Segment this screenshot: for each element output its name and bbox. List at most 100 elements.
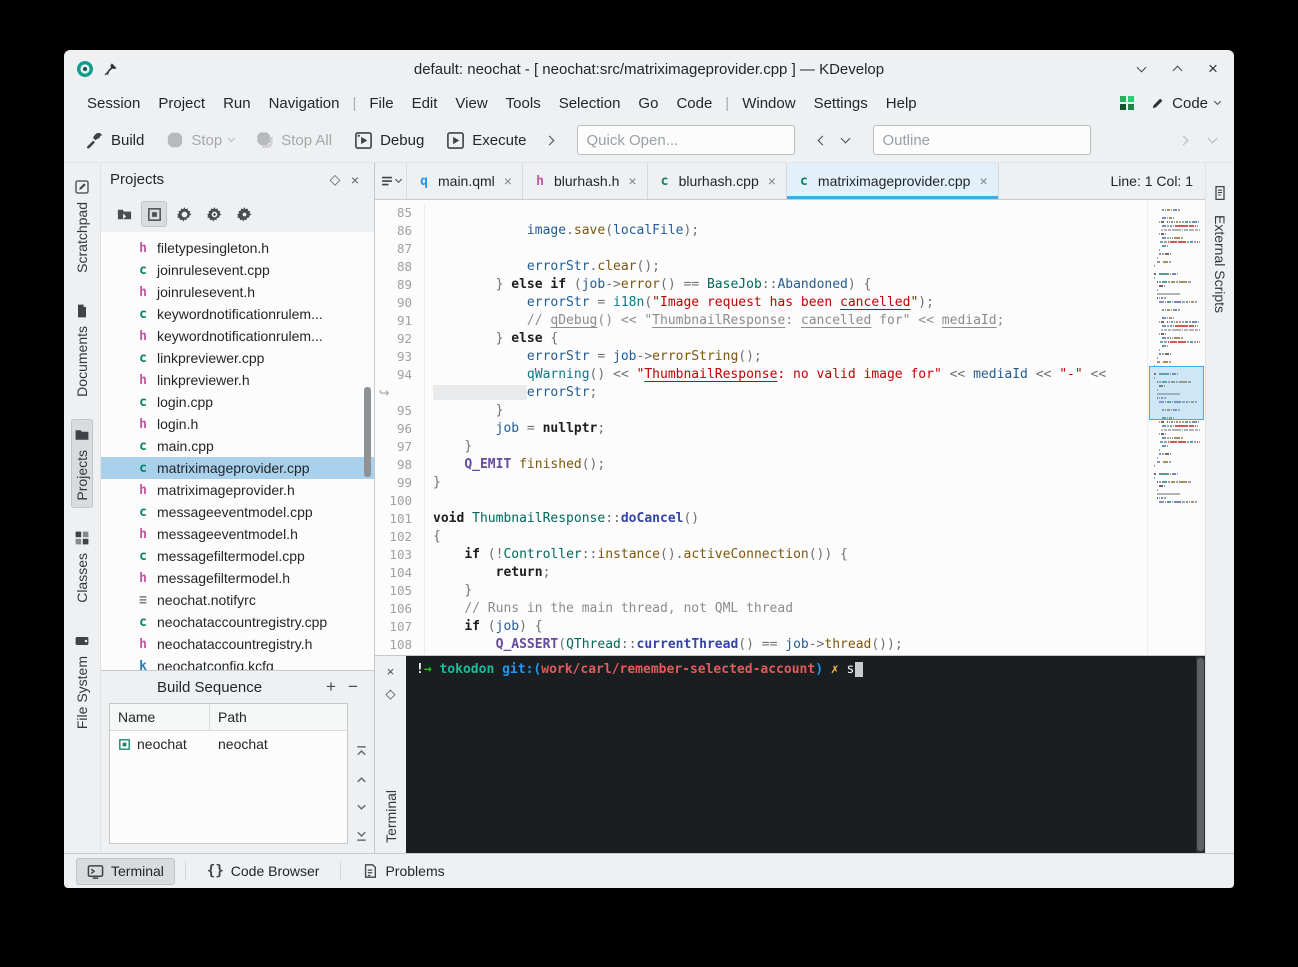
detach-panel-icon[interactable]: ◇ <box>325 170 345 190</box>
code-line: 92 } else { <box>375 330 1147 348</box>
file-tree-item[interactable]: hkeywordnotificationrulem... <box>101 325 374 347</box>
move-to-top-icon[interactable] <box>353 743 370 760</box>
toolview-button-terminal[interactable]: Terminal <box>76 858 175 885</box>
code-editor[interactable]: 8586 image.save(localFile);8788 errorStr… <box>375 200 1205 655</box>
editor-tab-blurhash-cpp[interactable]: cblurhash.cpp× <box>648 163 787 199</box>
maximize-icon[interactable] <box>1168 60 1186 78</box>
next-item-icon[interactable] <box>1174 131 1193 150</box>
move-down-icon[interactable] <box>353 799 370 816</box>
close-panel-icon[interactable]: × <box>345 170 365 190</box>
file-tree-item[interactable]: cmatriximageprovider.cpp <box>101 457 374 479</box>
dock-tab-classes[interactable]: Classes <box>71 522 93 611</box>
file-tree-item[interactable]: hlinkpreviewer.h <box>101 369 374 391</box>
add-to-build-sequence-button[interactable]: + <box>320 676 342 698</box>
file-tree-item[interactable]: ≡neochat.notifyrc <box>101 589 374 611</box>
file-tree-item[interactable]: kneochatconfig.kcfg <box>101 655 374 670</box>
toolview-button-problems[interactable]: Problems <box>351 858 455 884</box>
editor-tab-main-qml[interactable]: qmain.qml× <box>407 163 523 199</box>
show-targets-button[interactable] <box>141 201 167 227</box>
file-tree-item[interactable]: hmatriximageprovider.h <box>101 479 374 501</box>
workspace-grid-icon[interactable] <box>1119 95 1135 111</box>
remove-from-build-sequence-button[interactable]: − <box>342 676 364 698</box>
build-sequence-row[interactable]: neochatneochat <box>110 731 347 757</box>
column-header-name[interactable]: Name <box>110 704 210 730</box>
build-button[interactable]: Build <box>76 125 153 156</box>
file-tree-item[interactable]: cneochataccountregistry.cpp <box>101 611 374 633</box>
file-tree-item[interactable]: hlogin.h <box>101 413 374 435</box>
menu-settings[interactable]: Settings <box>805 92 877 115</box>
menu-file[interactable]: File <box>360 92 402 115</box>
titlebar[interactable]: default: neochat - [ neochat:src/matrixi… <box>64 50 1234 88</box>
tab-close-icon[interactable]: × <box>768 173 776 189</box>
document-list-icon[interactable] <box>375 163 407 199</box>
menu-view[interactable]: View <box>446 92 496 115</box>
move-up-icon[interactable] <box>353 771 370 788</box>
move-to-bottom-icon[interactable] <box>353 827 370 844</box>
menu-tools[interactable]: Tools <box>497 92 550 115</box>
quick-open-input[interactable] <box>577 125 795 155</box>
editor-tab-blurhash-h[interactable]: hblurhash.h× <box>523 163 648 199</box>
execute-button[interactable]: Execute <box>437 125 535 156</box>
projects-toolbar <box>101 196 374 232</box>
tab-close-icon[interactable]: × <box>504 173 512 189</box>
menu-window[interactable]: Window <box>733 92 804 115</box>
stop-all-button[interactable]: Stop All <box>247 125 341 155</box>
file-tree-item[interactable]: hmessagefiltermodel.h <box>101 567 374 589</box>
file-tree-item[interactable]: cmessageeventmodel.cpp <box>101 501 374 523</box>
menu-session[interactable]: Session <box>78 92 149 115</box>
code-view[interactable]: 8586 image.save(localFile);8788 errorStr… <box>375 204 1147 655</box>
pin-icon[interactable] <box>103 62 118 77</box>
locate-document-button[interactable] <box>111 201 137 227</box>
menu-run[interactable]: Run <box>214 92 260 115</box>
editor-tab-matriximageprovider-cpp[interactable]: cmatriximageprovider.cpp× <box>787 163 999 199</box>
project-file-tree[interactable]: hfiletypesingleton.hcjoinrulesevent.cpph… <box>101 232 374 670</box>
menu-go[interactable]: Go <box>629 92 667 115</box>
gear-configure-button[interactable] <box>231 201 257 227</box>
stop-button[interactable]: Stop <box>157 125 243 155</box>
dock-tab-external-scripts[interactable]: External Scripts <box>1209 177 1231 321</box>
tab-close-icon[interactable]: × <box>979 173 987 189</box>
menu-project[interactable]: Project <box>149 92 214 115</box>
debug-button[interactable]: Debug <box>345 125 433 156</box>
file-tree-item[interactable]: clogin.cpp <box>101 391 374 413</box>
menu-code[interactable]: Code <box>667 92 721 115</box>
tab-close-icon[interactable]: × <box>628 173 636 189</box>
file-tree-item[interactable]: hmessageeventmodel.h <box>101 523 374 545</box>
close-icon[interactable]: × <box>1204 60 1222 78</box>
dock-tab-file-system[interactable]: File System <box>71 625 93 737</box>
file-tree-item[interactable]: hneochataccountregistry.h <box>101 633 374 655</box>
minimap-viewport[interactable] <box>1149 366 1204 420</box>
tree-scrollbar[interactable] <box>364 387 371 477</box>
file-tree-item[interactable]: clinkpreviewer.cpp <box>101 347 374 369</box>
toolbar-expand-icon[interactable] <box>540 131 559 150</box>
file-tree-item[interactable]: cjoinrulesevent.cpp <box>101 259 374 281</box>
terminal-screen[interactable]: !→ tokodon git:(work/carl/remember-selec… <box>406 656 1196 853</box>
more-dropdown-icon[interactable] <box>1203 132 1222 148</box>
build-sequence-table[interactable]: Name Path neochatneochat <box>109 703 348 844</box>
gear-install-button[interactable] <box>201 201 227 227</box>
outline-dropdown-icon[interactable] <box>836 132 855 148</box>
file-tree-item[interactable]: ckeywordnotificationrulem... <box>101 303 374 325</box>
file-tree-item[interactable]: cmain.cpp <box>101 435 374 457</box>
menu-selection[interactable]: Selection <box>550 92 630 115</box>
outline-input[interactable] <box>873 125 1091 155</box>
menu-help[interactable]: Help <box>877 92 926 115</box>
close-terminal-icon[interactable]: × <box>382 663 399 680</box>
file-tree-item[interactable]: hjoinrulesevent.h <box>101 281 374 303</box>
gear-build-button[interactable] <box>171 201 197 227</box>
menu-navigation[interactable]: Navigation <box>260 92 349 115</box>
file-tree-item[interactable]: cmessagefiltermodel.cpp <box>101 545 374 567</box>
terminal-scrollbar[interactable] <box>1196 656 1205 853</box>
area-switcher-button[interactable]: Code <box>1151 95 1220 112</box>
file-tree-item[interactable]: hfiletypesingleton.h <box>101 237 374 259</box>
toolview-button-code-browser[interactable]: {}Code Browser <box>196 858 331 884</box>
dock-tab-scratchpad[interactable]: Scratchpad <box>71 171 93 281</box>
dock-tab-documents[interactable]: Documents <box>71 295 93 405</box>
dock-tab-projects[interactable]: Projects <box>71 419 93 509</box>
menu-edit[interactable]: Edit <box>403 92 447 115</box>
column-header-path[interactable]: Path <box>210 704 255 730</box>
minimize-icon[interactable] <box>1132 60 1150 78</box>
prev-item-icon[interactable] <box>813 131 832 150</box>
minimap[interactable] <box>1147 200 1205 655</box>
detach-terminal-icon[interactable]: ◇ <box>382 685 399 702</box>
